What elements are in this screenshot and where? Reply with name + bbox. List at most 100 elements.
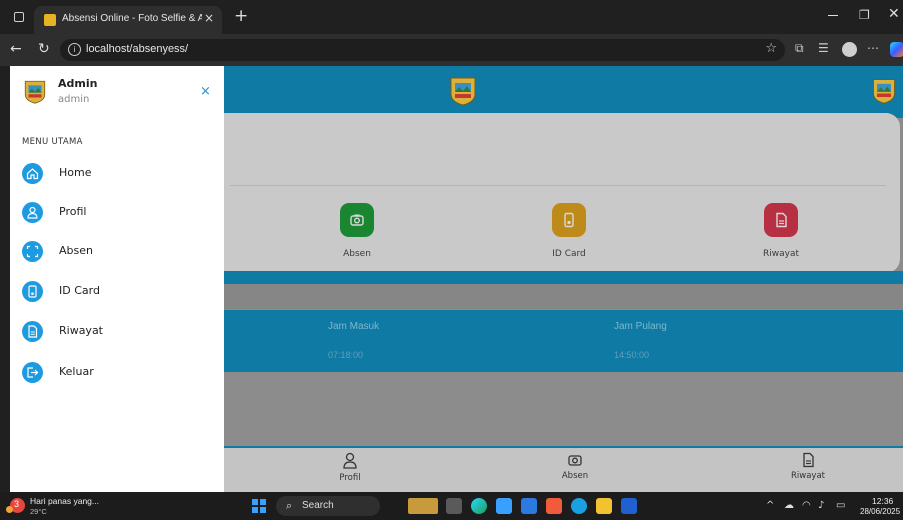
- camera-icon: [568, 455, 582, 466]
- sidebar-user-name: Admin: [58, 77, 98, 90]
- sidebar-item-label: Riwayat: [59, 324, 103, 337]
- sidebar-item-id-card[interactable]: ID Card: [22, 281, 212, 307]
- logout-icon: [22, 362, 43, 383]
- tray-expand-icon[interactable]: ^: [766, 500, 774, 511]
- wifi-icon[interactable]: ◠: [802, 500, 811, 511]
- bottom-nav-riwayat[interactable]: Riwayat: [748, 452, 868, 481]
- menu-card-divider: [230, 185, 886, 186]
- sidebar-item-keluar[interactable]: Keluar: [22, 362, 212, 388]
- weather-temperature: 29°C: [30, 507, 47, 516]
- home-icon: [22, 163, 43, 184]
- jam-masuk-value: 07:18:00: [328, 350, 364, 360]
- jam-pulang-value: 14:50:00: [614, 350, 650, 360]
- section-strip: [200, 284, 903, 309]
- windows-taskbar: 3 Hari panas yang... 29°C ⌕ Search ^ ☁ ◠…: [0, 492, 903, 520]
- menu-tile-absen-label: Absen: [343, 249, 371, 259]
- document-icon: [803, 452, 814, 468]
- battery-icon[interactable]: ▭: [836, 500, 845, 511]
- profile-avatar-icon[interactable]: [842, 42, 857, 57]
- task-view-icon[interactable]: [446, 498, 462, 514]
- camera-icon: [350, 214, 364, 226]
- clock-date[interactable]: 28/06/2025: [860, 507, 900, 516]
- jam-pulang-label: Jam Pulang: [614, 321, 667, 332]
- vscode-icon[interactable]: [521, 498, 537, 514]
- bottom-nav-profil-label: Profil: [339, 473, 361, 483]
- section-band: [200, 271, 903, 284]
- sidebar-item-absen[interactable]: Absen: [22, 241, 212, 267]
- edge-icon[interactable]: [471, 498, 487, 514]
- extensions-icon[interactable]: ⧉: [795, 41, 804, 56]
- browser-toolbar: ← ↻ i localhost/absenyess/ ☆ ⧉ ☰ ⋯: [0, 34, 903, 66]
- sidebar-close-icon[interactable]: ×: [200, 84, 211, 99]
- browser-title-bar: Absensi Online - Foto Selfie & Ab × + ❐ …: [0, 0, 903, 34]
- xampp-icon[interactable]: [546, 498, 562, 514]
- new-tab-button[interactable]: +: [234, 6, 248, 26]
- search-icon: ⌕: [286, 499, 293, 512]
- sidebar-item-label: ID Card: [59, 284, 100, 297]
- window-close-icon[interactable]: ✕: [888, 6, 900, 22]
- jam-masuk-label: Jam Masuk: [328, 321, 380, 332]
- sidebar-profile: Admin admin ×: [10, 66, 224, 116]
- avatar: [24, 80, 46, 104]
- restore-icon[interactable]: ❐: [859, 8, 870, 22]
- back-arrow-icon[interactable]: ←: [10, 41, 22, 57]
- sidebar-drawer: Admin admin × MENU UTAMA Home Profil Abs…: [10, 66, 224, 492]
- app-icon-2[interactable]: [621, 498, 637, 514]
- menu-tile-absen[interactable]: [340, 203, 374, 237]
- attendance-time-panel: Jam Masuk 07:18:00 Jam Pulang 14:50:00: [200, 310, 903, 372]
- widgets-icon[interactable]: [408, 498, 438, 514]
- sidebar-section-title: MENU UTAMA: [22, 137, 83, 147]
- sidebar-item-label: Absen: [59, 244, 93, 257]
- weather-text[interactable]: Hari panas yang...: [30, 496, 99, 506]
- menu-tile-riwayat[interactable]: [764, 203, 798, 237]
- menu-tile-id-card[interactable]: [552, 203, 586, 237]
- user-icon: [343, 452, 357, 469]
- favorites-list-icon[interactable]: ☰: [818, 41, 829, 55]
- menu-tile-id-card-label: ID Card: [552, 249, 586, 259]
- volume-icon[interactable]: ♪: [818, 500, 824, 511]
- windows-start-icon[interactable]: [252, 499, 266, 513]
- browser-app-icon[interactable]: [571, 498, 587, 514]
- favorite-star-icon[interactable]: ☆: [765, 41, 777, 56]
- sidebar-item-label: Profil: [59, 205, 87, 218]
- site-info-icon[interactable]: i: [68, 43, 81, 56]
- tab-favicon-icon: [44, 14, 56, 26]
- id-card-icon: [22, 281, 43, 302]
- sidebar-item-riwayat[interactable]: Riwayat: [22, 321, 212, 347]
- sidebar-item-profil[interactable]: Profil: [22, 202, 212, 228]
- taskbar-search[interactable]: ⌕ Search: [276, 496, 380, 516]
- address-bar[interactable]: i localhost/absenyess/ ☆: [60, 39, 785, 61]
- sun-icon: [6, 506, 13, 513]
- browser-tab[interactable]: Absensi Online - Foto Selfie & Ab ×: [34, 6, 222, 34]
- tab-close-icon[interactable]: ×: [204, 11, 214, 25]
- menu-tile-riwayat-label: Riwayat: [763, 249, 799, 259]
- url-text[interactable]: localhost/absenyess/: [86, 43, 188, 55]
- reload-icon[interactable]: ↻: [38, 41, 50, 57]
- copilot-icon[interactable]: [890, 42, 903, 57]
- bottom-nav-riwayat-label: Riwayat: [791, 471, 825, 481]
- user-icon: [22, 202, 43, 223]
- sidebar-user-role: admin: [58, 94, 90, 105]
- onedrive-icon[interactable]: ☁: [784, 500, 794, 511]
- sidebar-item-home[interactable]: Home: [22, 163, 212, 189]
- minimize-icon[interactable]: [828, 15, 838, 16]
- sidebar-item-label: Keluar: [59, 365, 94, 378]
- clock-time[interactable]: 12:36: [872, 496, 893, 506]
- document-icon: [776, 212, 787, 228]
- tab-title: Absensi Online - Foto Selfie & Ab: [62, 13, 202, 24]
- bottom-nav-absen[interactable]: Absen: [515, 452, 635, 481]
- tab-actions-icon[interactable]: [14, 12, 24, 22]
- file-explorer-icon[interactable]: [596, 498, 612, 514]
- document-icon: [22, 321, 43, 342]
- bottom-nav-profil[interactable]: Profil: [290, 452, 410, 483]
- emblem-logo-small-icon: [873, 79, 895, 104]
- more-options-icon[interactable]: ⋯: [867, 41, 879, 55]
- sidebar-item-label: Home: [59, 166, 92, 179]
- emblem-logo-icon: [450, 77, 476, 106]
- app-icon[interactable]: [496, 498, 512, 514]
- search-label: Search: [302, 500, 334, 511]
- bottom-nav-absen-label: Absen: [561, 471, 589, 481]
- scan-icon: [22, 241, 43, 262]
- id-card-icon: [564, 212, 574, 228]
- weather-badge: 3: [14, 499, 20, 509]
